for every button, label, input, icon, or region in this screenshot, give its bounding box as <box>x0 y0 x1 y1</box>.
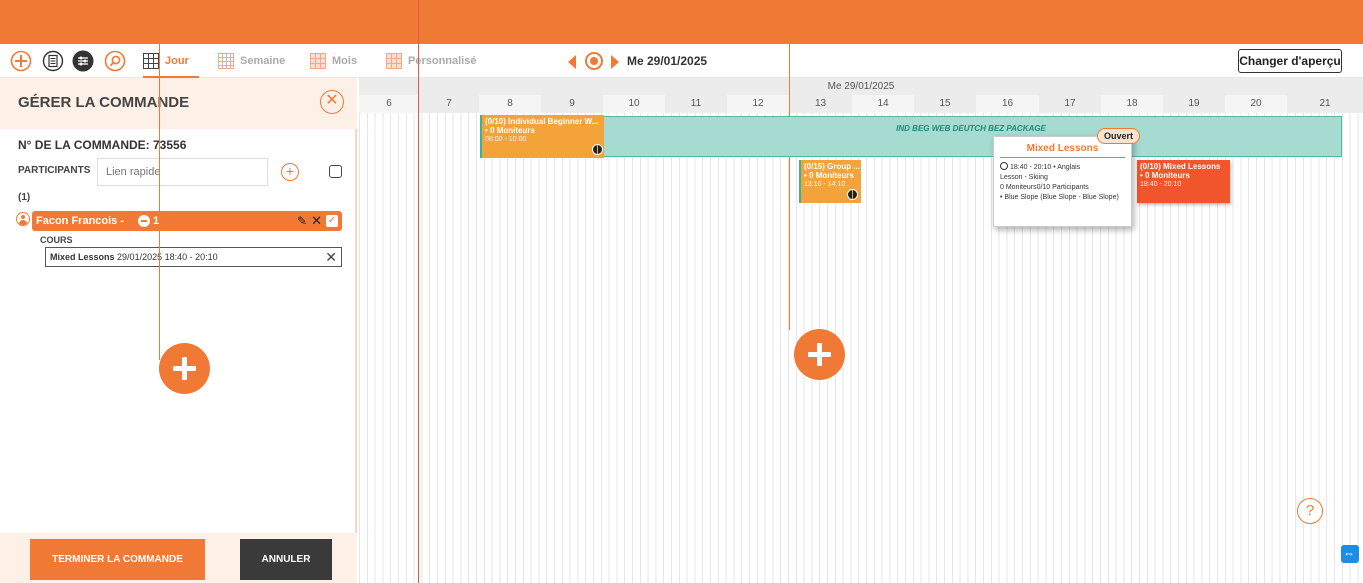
event-subtitle: • 0 Moniteurs <box>804 171 854 180</box>
hour-cell: 16 <box>976 95 1039 113</box>
order-panel: GÉRER LA COMMANDE ✕ N° DE LA COMMANDE: 7… <box>0 78 357 583</box>
close-icon[interactable]: ✕ <box>320 90 344 114</box>
next-day-arrow-icon[interactable] <box>611 55 619 69</box>
event-time: 18:40 - 20:10 <box>1140 181 1182 188</box>
tab-semaine[interactable]: Semaine <box>218 51 285 71</box>
event-subtitle: • 0 Moniteurs <box>1140 171 1190 180</box>
participant-course-count: 1 <box>138 215 159 227</box>
hour-cell: 13 <box>789 95 852 113</box>
guide-line <box>789 0 790 330</box>
search-icon[interactable] <box>104 50 126 72</box>
course-schedule: 29/01/2025 18:40 - 20:10 <box>117 252 218 262</box>
calendar-grid-icon <box>386 53 402 69</box>
participant-row[interactable]: Facon Francois - 1 ✎ ✕ ✓ <box>32 211 342 231</box>
event-title: (0/10) Mixed Lessons <box>1140 162 1221 171</box>
tooltip-title: Mixed Lessons <box>1000 143 1125 158</box>
hour-cell: 14 <box>852 95 914 113</box>
event-time: 13:10 - 14:10 <box>804 181 846 188</box>
hour-cell: 18 <box>1101 95 1163 113</box>
tab-jour-label: Jour <box>165 55 189 67</box>
calendar-event[interactable]: (0/10) Individual Beginner W... • 0 Moni… <box>480 115 604 158</box>
hour-cell: 12 <box>727 95 789 113</box>
tab-mois-label: Mois <box>332 55 358 67</box>
change-view-button[interactable]: Changer d'aperçu <box>1238 49 1342 73</box>
remove-course-icon[interactable]: ✕ <box>325 249 337 266</box>
tab-jour[interactable]: Jour <box>143 51 199 78</box>
hour-cell: 7 <box>419 95 479 113</box>
package-bar[interactable]: IND BEG WEB DEUTCH BEZ PACKAGE <box>600 116 1342 157</box>
previous-day-arrow-icon[interactable] <box>568 55 576 69</box>
finish-order-button[interactable]: TERMINER LA COMMANDE <box>30 539 205 580</box>
tab-semaine-label: Semaine <box>240 55 286 67</box>
event-title: (0/15) Group ... <box>804 162 861 171</box>
select-all-checkbox[interactable] <box>329 165 342 178</box>
event-subtitle: • 0 Moniteurs <box>485 126 535 135</box>
clock-icon <box>1000 162 1008 170</box>
tooltip-line: 18:40 - 20:10 • Anglais <box>1000 162 1125 171</box>
hour-cell: 10 <box>603 95 665 113</box>
add-plus-icon[interactable] <box>794 329 845 380</box>
remote-support-icon[interactable] <box>1341 545 1359 563</box>
minus-circle-icon <box>138 215 151 227</box>
toolbar: Jour Semaine Mois Personnalisé Me 29/01/… <box>0 44 1363 78</box>
user-icon <box>16 212 30 226</box>
participants-label: PARTICIPANTS <box>18 165 91 176</box>
event-time: 08:00 - 10:00 <box>485 136 527 143</box>
participant-count: (1) <box>18 192 31 203</box>
globe-icon <box>847 189 858 200</box>
courses-label: COURS <box>40 235 73 245</box>
top-header-bar <box>0 0 1363 44</box>
add-plus-icon[interactable] <box>159 343 210 394</box>
filter-sliders-icon[interactable] <box>72 50 94 72</box>
hour-cell: 17 <box>1039 95 1101 113</box>
participant-checkbox[interactable]: ✓ <box>326 215 338 227</box>
tooltip-line: • Blue Slope (Blue Slope - Blue Slope) <box>1000 194 1119 201</box>
today-target-icon[interactable] <box>585 52 603 70</box>
participant-name: Facon Francois - <box>36 215 125 227</box>
calendar-grid-icon <box>143 53 159 69</box>
calendar-event[interactable]: (0/10) Mixed Lessons • 0 Moniteurs 18:40… <box>1137 160 1230 203</box>
calendar-grid-icon <box>310 53 326 69</box>
hour-cell: 8 <box>479 95 541 113</box>
add-participant-icon[interactable]: + <box>281 163 299 181</box>
status-badge: Ouvert <box>1097 128 1140 144</box>
tooltip-time: 18:40 - 20:10 • Anglais <box>1010 164 1081 171</box>
participant-actions: ✎ ✕ ✓ <box>297 213 338 229</box>
hour-cell: 21 <box>1287 95 1363 113</box>
event-title: (0/10) Individual Beginner W... <box>485 117 599 126</box>
edit-pencil-icon[interactable]: ✎ <box>297 214 307 228</box>
remove-icon[interactable]: ✕ <box>311 213 322 229</box>
hour-cell: 20 <box>1225 95 1287 113</box>
globe-icon <box>592 144 603 155</box>
calendar-date-header: Me 29/01/2025 <box>359 78 1363 95</box>
tab-mois[interactable]: Mois <box>310 51 357 71</box>
quick-link-input[interactable] <box>97 158 268 186</box>
order-panel-title: GÉRER LA COMMANDE <box>18 94 190 111</box>
tooltip-line: Lesson - Skiing <box>1000 174 1048 181</box>
course-item: Mixed Lessons 29/01/2025 18:40 - 20:10 ✕ <box>45 247 342 267</box>
current-time-line <box>418 0 419 583</box>
calendar-hour-header: 6 7 8 9 10 11 12 13 14 15 16 17 18 19 20… <box>359 95 1363 113</box>
guide-line <box>159 0 160 360</box>
tooltip-line: 0 Moniteurs0/10 Participants <box>1000 184 1089 191</box>
event-tooltip: Mixed Lessons 18:40 - 20:10 • Anglais Le… <box>993 136 1132 227</box>
document-icon[interactable] <box>42 50 64 72</box>
hour-cell: 11 <box>665 95 727 113</box>
calendar-event[interactable]: (0/15) Group ... • 0 Moniteurs 13:10 - 1… <box>799 160 861 203</box>
tab-personnalise[interactable]: Personnalisé <box>386 51 476 71</box>
current-date-label: Me 29/01/2025 <box>627 54 708 68</box>
help-icon[interactable]: ? <box>1297 498 1323 524</box>
calendar-grid-icon <box>218 53 234 69</box>
cancel-button[interactable]: ANNULER <box>240 539 332 580</box>
add-icon[interactable] <box>10 50 32 72</box>
course-name: Mixed Lessons <box>50 252 115 262</box>
hour-cell: 6 <box>359 95 419 113</box>
hour-cell: 15 <box>914 95 976 113</box>
hour-cell: 9 <box>541 95 603 113</box>
order-number: N° DE LA COMMANDE: 73556 <box>18 138 187 152</box>
hour-cell: 19 <box>1163 95 1225 113</box>
